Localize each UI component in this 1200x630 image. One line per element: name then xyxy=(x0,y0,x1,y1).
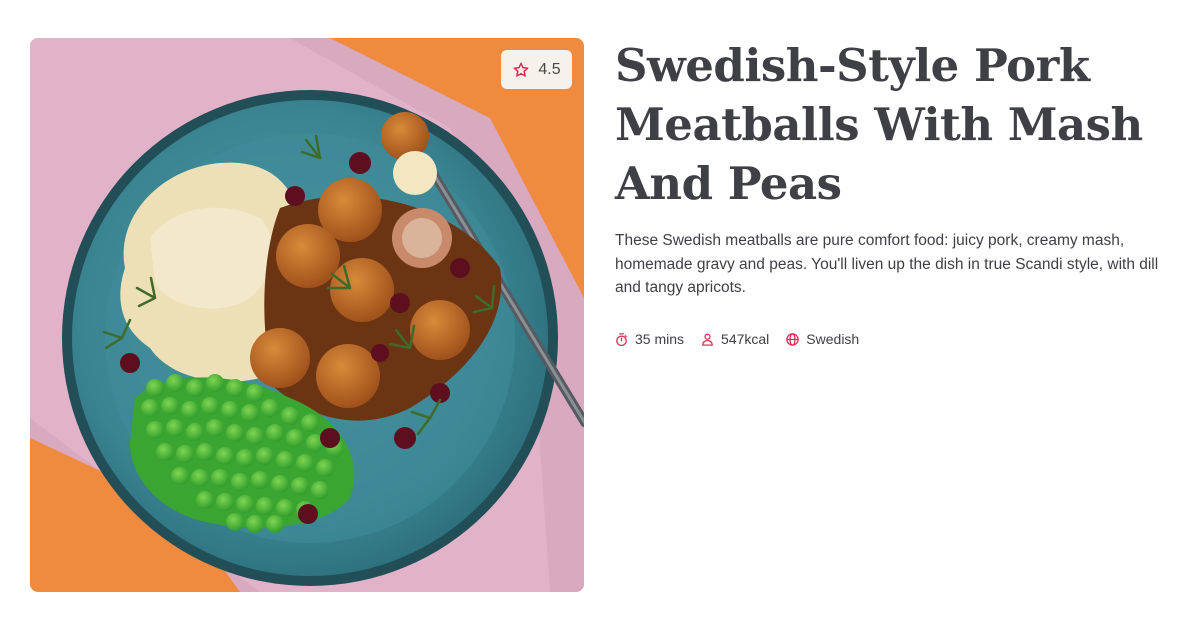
meta-calories-text: 547kcal xyxy=(721,331,770,347)
recipe-description: These Swedish meatballs are pure comfort… xyxy=(615,232,1159,296)
rating-value: 4.5 xyxy=(538,60,561,78)
meta-calories: 547kcal xyxy=(700,331,769,347)
recipe-card: 4.5 Swedish-Style Pork Meatballs With Ma… xyxy=(0,0,1200,630)
globe-icon xyxy=(786,332,800,346)
person-icon xyxy=(702,333,713,346)
recipe-title: Swedish-Style Pork Meatballs With Mash A… xyxy=(615,39,1143,210)
meta-time-text: 35 mins xyxy=(635,331,685,347)
recipe-meta: 35 mins 547kcal Swedish xyxy=(614,331,859,347)
recipe-photo xyxy=(30,38,584,592)
star-icon xyxy=(513,62,529,77)
meta-cuisine: Swedish xyxy=(785,331,859,347)
rating-badge: 4.5 xyxy=(501,50,572,89)
recipe-image xyxy=(30,38,584,592)
stopwatch-icon xyxy=(616,332,627,346)
meta-cuisine-text: Swedish xyxy=(806,331,860,347)
meta-time: 35 mins xyxy=(614,331,684,347)
